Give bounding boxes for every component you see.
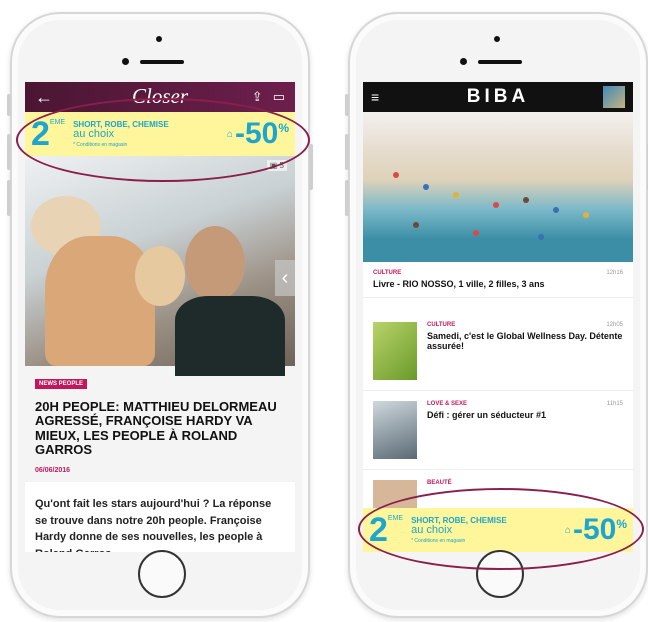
illustration-figure: [413, 222, 419, 228]
sensor: [156, 36, 162, 42]
list-item[interactable]: LOVE & SEXE 11h15 Défi : gérer un séducte…: [363, 391, 633, 470]
next-image-arrow-icon[interactable]: ‹: [275, 260, 295, 296]
earpiece-speaker: [140, 60, 184, 64]
item-title: Livre - RIO NOSSO, 1 ville, 2 filles, 3 …: [373, 279, 545, 289]
illustration-figure: [583, 212, 589, 218]
volume-down-button: [345, 180, 349, 216]
beach-illustration[interactable]: [363, 112, 633, 262]
article-date: 06/06/2016: [35, 467, 71, 475]
power-button: [309, 144, 313, 190]
item-title: Défi : gérer un séducteur #1: [427, 410, 547, 420]
article-lead: Qu'ont fait les stars aujourd'hui ? La r…: [25, 482, 295, 552]
front-camera: [122, 58, 129, 65]
illustration-figure: [523, 197, 529, 203]
home-button[interactable]: [138, 550, 186, 598]
hero-figure-dress: [45, 236, 155, 366]
volume-up-button: [345, 134, 349, 170]
category-tag[interactable]: NEWS PEOPLE: [35, 379, 88, 389]
item-title: Samedi, c'est le Global Wellness Day. Dé…: [427, 331, 623, 351]
illustration-figure: [473, 230, 479, 236]
sensor: [494, 36, 500, 42]
item-thumbnail: [373, 401, 417, 459]
illustration-figure: [423, 184, 429, 190]
illustration-figure: [538, 234, 544, 240]
article-header: NEWS PEOPLE 20H PEOPLE: MATTHIEU DELORME…: [25, 366, 295, 483]
front-camera: [460, 58, 467, 65]
biba-logo: BIBA: [466, 86, 530, 107]
item-category: LOVE & SEXE: [427, 401, 468, 407]
item-time: 12h16: [606, 270, 623, 276]
hero-figure-uniform: [175, 296, 285, 376]
item-time: 12h05: [606, 322, 623, 328]
hero-figure-laughing: [135, 246, 185, 306]
mute-switch: [345, 94, 349, 116]
illustration-figure: [393, 172, 399, 178]
item-time: 11h15: [606, 401, 623, 407]
list-item[interactable]: CULTURE 12h05 Samedi, c'est le Global Wel…: [363, 312, 633, 391]
article-headline: 20H PEOPLE: MATTHIEU DELORMEAU AGRESSÉ, …: [35, 399, 277, 457]
item-category: BEAUTÉ: [427, 480, 452, 486]
hero-image[interactable]: ▣ 5 ‹: [25, 156, 295, 376]
volume-down-button: [7, 180, 11, 216]
illustration-figure: [493, 202, 499, 208]
illustration-figure: [453, 192, 459, 198]
earpiece-speaker: [478, 60, 522, 64]
item-category: CULTURE: [427, 322, 456, 328]
item-thumbnail: [373, 322, 417, 380]
biba-screen: ≡ BIBA CULTURE 12h16 Livre - RIO NOSSO, 1…: [363, 82, 633, 552]
hero-figure-man-face: [185, 226, 245, 301]
illustration-figure: [553, 207, 559, 213]
list-item[interactable]: CULTURE 12h16 Livre - RIO NOSSO, 1 ville,…: [363, 262, 633, 298]
mute-switch: [7, 94, 11, 116]
ad-highlight-ellipse: [358, 488, 644, 570]
biba-header: ≡ BIBA: [363, 82, 633, 112]
item-category: CULTURE: [373, 270, 402, 276]
volume-up-button: [7, 134, 11, 170]
ad-highlight-ellipse: [16, 98, 310, 182]
